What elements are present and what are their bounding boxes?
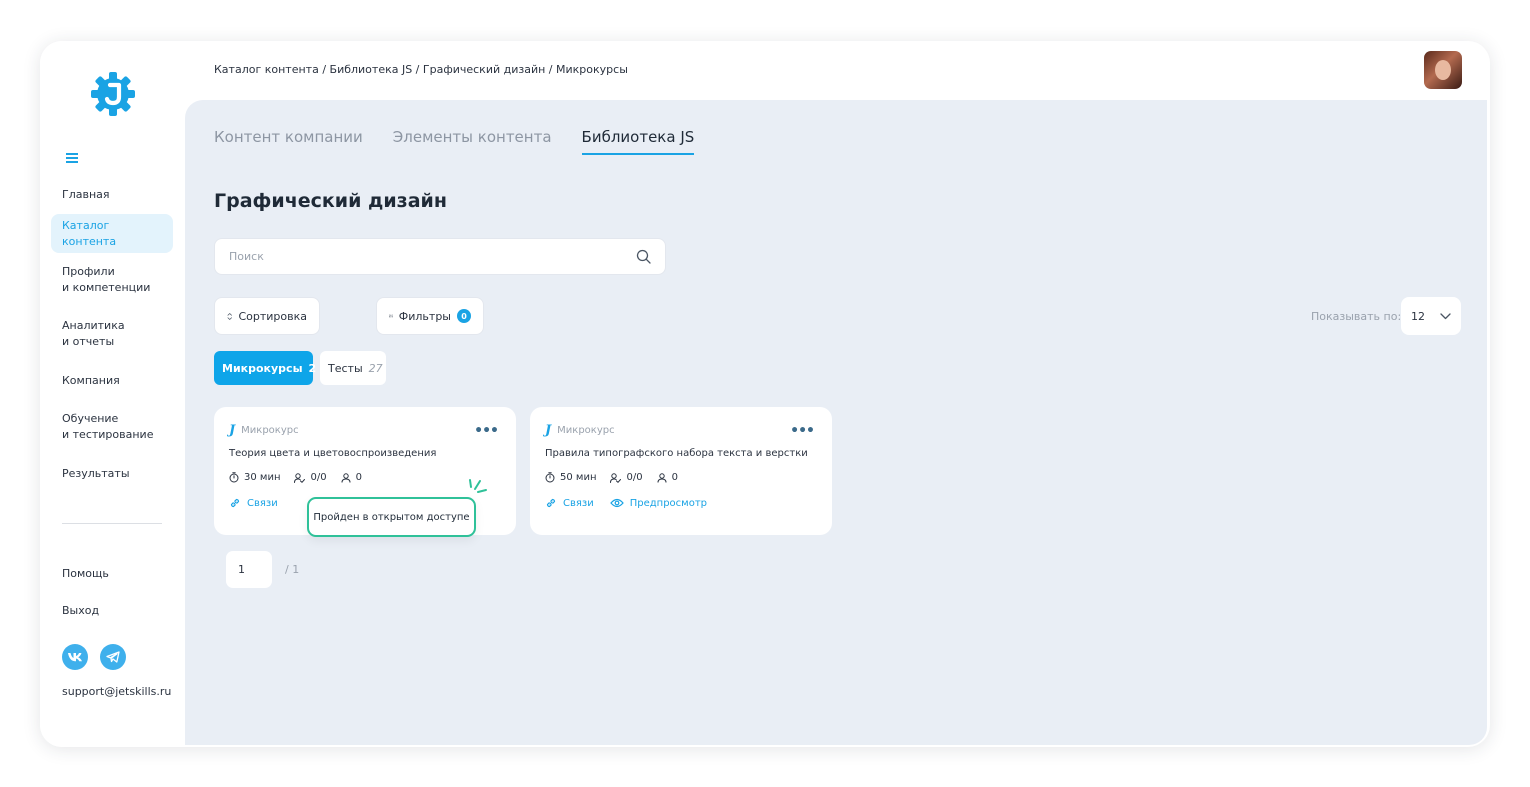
more-options-icon[interactable]: ••• xyxy=(474,423,499,439)
main-content: Контент компании Элементы контента Библи… xyxy=(185,100,1487,745)
card-duration: 30 мин xyxy=(229,472,280,483)
more-options-icon[interactable]: ••• xyxy=(790,423,815,439)
card-progress: 0/0 xyxy=(610,472,643,483)
sidebar: Главная Каталог контента Профили и компе… xyxy=(40,41,185,747)
card-title[interactable]: Правила типографского набора текста и ве… xyxy=(545,448,817,459)
content-tabs: Контент компании Элементы контента Библи… xyxy=(214,128,695,155)
sort-icon xyxy=(227,312,232,320)
user-avatar[interactable] xyxy=(1424,51,1462,89)
support-email-link[interactable]: support@jetskills.ru xyxy=(62,685,171,698)
card-duration: 50 мин xyxy=(545,472,596,483)
card-users: 0 xyxy=(657,472,678,483)
app-window: Главная Каталог контента Профили и компе… xyxy=(40,41,1490,747)
breadcrumb[interactable]: Каталог контента / Библиотека JS / Графи… xyxy=(214,63,628,76)
card-preview-button[interactable]: Предпросмотр xyxy=(609,497,707,509)
sidebar-item-catalog[interactable]: Каталог контента xyxy=(51,214,173,253)
chip-microcourses[interactable]: Микрокурсы 2 xyxy=(214,351,316,385)
sidebar-item-profiles[interactable]: Профили и компетенции xyxy=(51,261,173,299)
sidebar-item-company[interactable]: Компания xyxy=(51,370,173,392)
link-icon xyxy=(230,498,240,508)
eye-icon xyxy=(609,498,624,508)
chip-tests[interactable]: Тесты 27 xyxy=(320,351,386,385)
sort-button[interactable]: Сортировка xyxy=(214,297,320,335)
telegram-icon[interactable] xyxy=(100,644,126,670)
user-icon xyxy=(657,472,667,483)
page-number-input[interactable]: 1 xyxy=(226,551,272,588)
perpage-select[interactable]: 12 xyxy=(1401,297,1461,335)
jetskills-j-icon: J xyxy=(229,423,236,438)
search-input[interactable]: Поиск xyxy=(214,238,666,275)
status-tooltip: Пройден в открытом доступе xyxy=(307,497,476,537)
user-icon xyxy=(341,472,351,483)
tab-js-library[interactable]: Библиотека JS xyxy=(581,128,695,155)
card-users: 0 xyxy=(341,472,362,483)
user-check-icon xyxy=(610,472,622,483)
sidebar-item-help[interactable]: Помощь xyxy=(51,563,173,585)
jetskills-logo[interactable] xyxy=(88,69,138,119)
search-icon[interactable] xyxy=(636,249,651,264)
vk-icon[interactable] xyxy=(62,644,88,670)
filters-icon xyxy=(389,314,393,318)
menu-burger-icon[interactable] xyxy=(66,153,78,163)
sparkle-icon xyxy=(469,479,487,493)
card-links-button[interactable]: Связи xyxy=(545,497,594,509)
tab-company-content[interactable]: Контент компании xyxy=(214,128,363,155)
page-total: / 1 xyxy=(285,563,300,576)
card-progress: 0/0 xyxy=(294,472,327,483)
search-placeholder: Поиск xyxy=(229,250,264,263)
sidebar-divider xyxy=(62,523,162,524)
content-card[interactable]: J Микрокурс ••• Правила типографского на… xyxy=(530,407,832,535)
filters-count-badge: 0 xyxy=(457,309,471,323)
tab-content-elements[interactable]: Элементы контента xyxy=(393,128,552,155)
jetskills-j-icon: J xyxy=(545,423,552,438)
link-icon xyxy=(546,498,556,508)
page-title: Графический дизайн xyxy=(214,190,447,212)
perpage-label: Показывать по: xyxy=(1311,310,1402,323)
sidebar-item-training[interactable]: Обучение и тестирование xyxy=(51,408,173,446)
card-links-button[interactable]: Связи xyxy=(229,497,278,509)
sidebar-item-logout[interactable]: Выход xyxy=(51,600,173,622)
filters-button[interactable]: Фильтры 0 xyxy=(376,297,484,335)
timer-icon xyxy=(229,472,239,483)
sidebar-item-analytics[interactable]: Аналитика и отчеты xyxy=(51,315,173,353)
chevron-down-icon xyxy=(1440,312,1451,319)
user-check-icon xyxy=(294,472,306,483)
card-title[interactable]: Теория цвета и цветовоспроизведения xyxy=(229,448,501,459)
sidebar-item-home[interactable]: Главная xyxy=(51,184,173,206)
sidebar-item-results[interactable]: Результаты xyxy=(51,463,173,485)
timer-icon xyxy=(545,472,555,483)
